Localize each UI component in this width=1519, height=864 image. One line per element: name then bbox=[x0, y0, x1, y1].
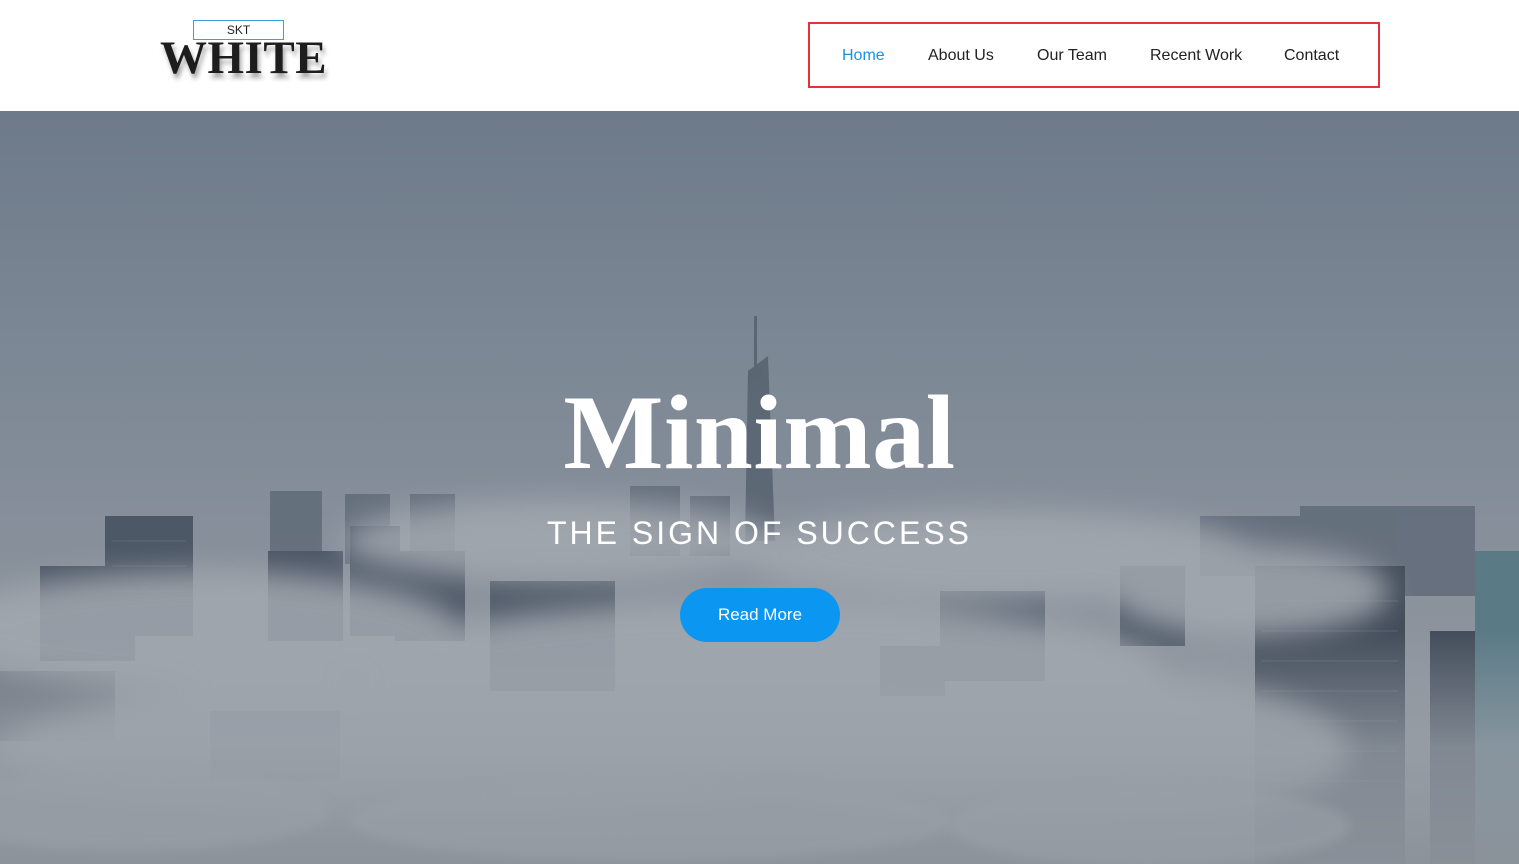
hero-section: Minimal THE SIGN OF SUCCESS Read More bbox=[0, 111, 1519, 864]
nav-item-about-us[interactable]: About Us bbox=[928, 46, 994, 66]
hero-subtitle: THE SIGN OF SUCCESS bbox=[546, 515, 973, 551]
nav-item-recent-work[interactable]: Recent Work bbox=[1150, 46, 1242, 66]
nav-item-our-team[interactable]: Our Team bbox=[1037, 46, 1107, 66]
nav-item-contact[interactable]: Contact bbox=[1284, 46, 1339, 66]
hero-title: Minimal bbox=[563, 374, 956, 491]
site-header: SKT WHITE Home About Us Our Team Recent … bbox=[0, 0, 1519, 111]
site-logo[interactable]: SKT WHITE bbox=[160, 19, 327, 89]
main-navigation: Home About Us Our Team Recent Work Conta… bbox=[808, 22, 1380, 88]
nav-item-home[interactable]: Home bbox=[842, 46, 885, 66]
read-more-button[interactable]: Read More bbox=[680, 588, 840, 642]
logo-wordmark: WHITE bbox=[160, 32, 328, 84]
